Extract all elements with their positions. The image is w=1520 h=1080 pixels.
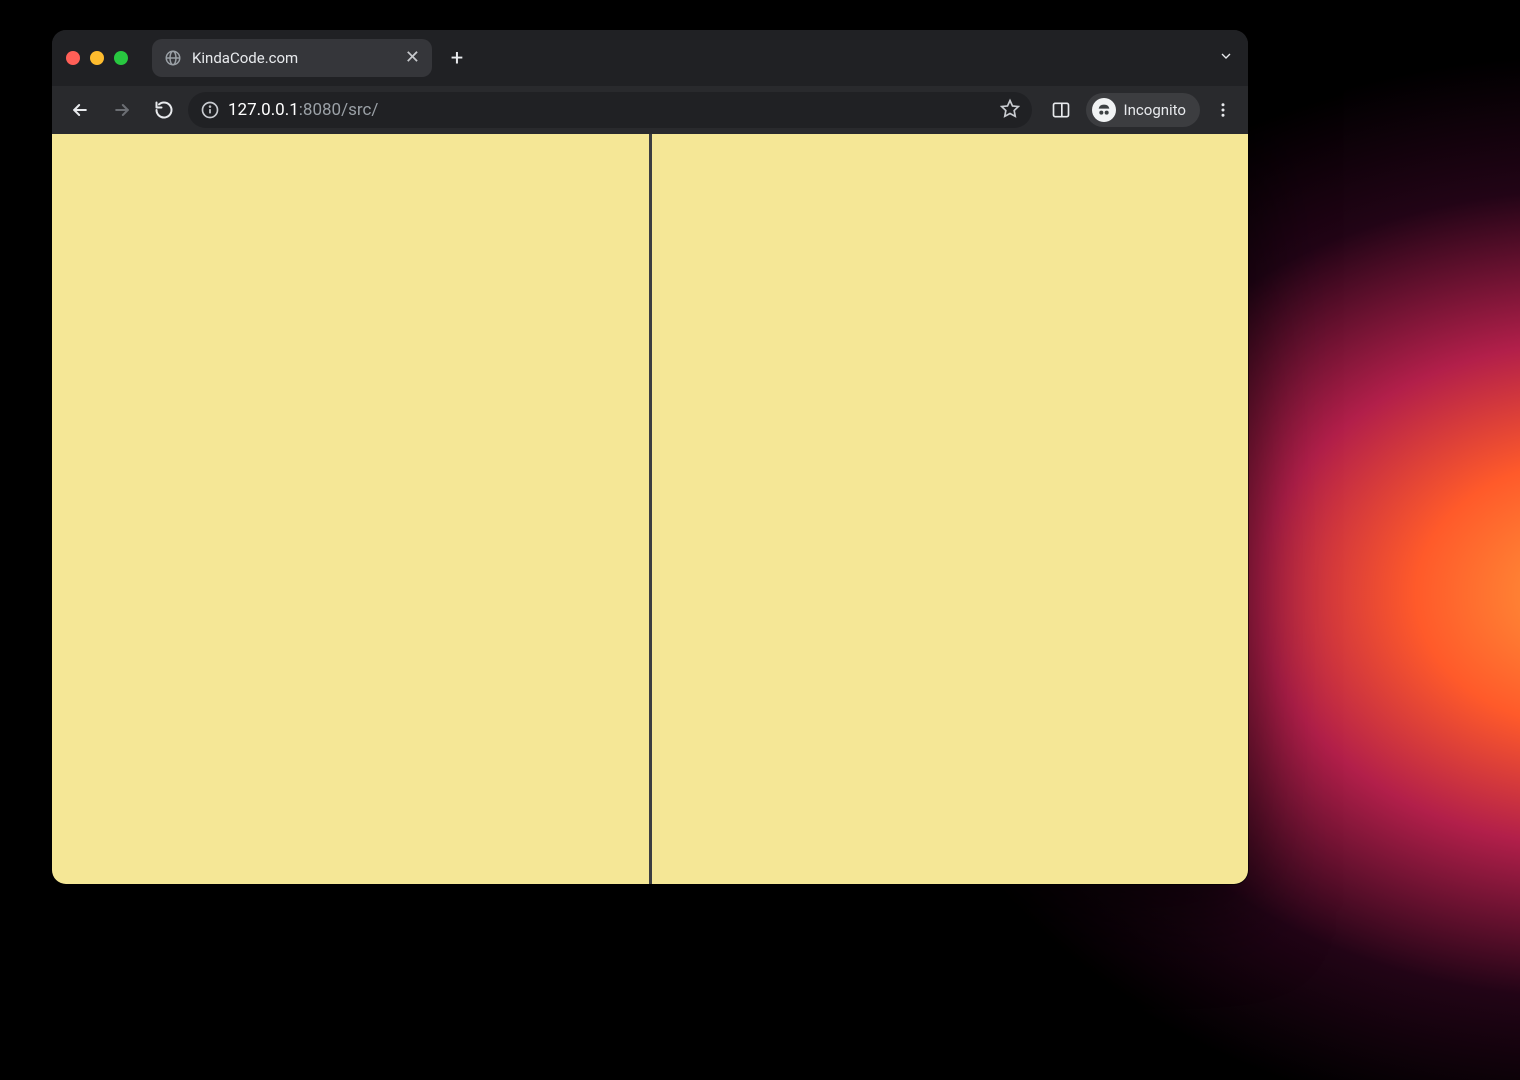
incognito-icon (1092, 98, 1116, 122)
side-panel-icon (1051, 100, 1071, 120)
bookmark-button[interactable] (1000, 98, 1020, 123)
plus-icon: + (451, 46, 463, 71)
kebab-icon (1214, 101, 1232, 119)
content-left-pane (52, 134, 650, 884)
tab-title: KindaCode.com (192, 49, 395, 67)
window-minimize-button[interactable] (90, 51, 104, 65)
window-close-button[interactable] (66, 51, 80, 65)
toolbar: 127.0.0.1:8080/src/ Incognito (52, 86, 1248, 134)
page-viewport (52, 134, 1248, 884)
url-text: 127.0.0.1:8080/src/ (228, 100, 992, 120)
browser-window: KindaCode.com ✕ + 127.0.0.1:8080/ (52, 30, 1248, 884)
address-bar[interactable]: 127.0.0.1:8080/src/ (188, 92, 1032, 128)
url-host: 127.0.0.1 (228, 100, 299, 120)
incognito-indicator[interactable]: Incognito (1086, 93, 1200, 127)
tab-search-button[interactable] (1218, 48, 1234, 68)
new-tab-button[interactable]: + (442, 43, 472, 73)
site-info-icon[interactable] (200, 100, 220, 120)
content-right-pane (650, 134, 1248, 884)
side-panel-button[interactable] (1044, 93, 1078, 127)
globe-icon (164, 49, 182, 67)
url-path: :8080/src/ (299, 100, 379, 120)
browser-tab[interactable]: KindaCode.com ✕ (152, 39, 432, 77)
reload-button[interactable] (146, 92, 182, 128)
forward-button[interactable] (104, 92, 140, 128)
close-tab-icon[interactable]: ✕ (405, 49, 420, 67)
toolbar-right: Incognito (1038, 93, 1238, 127)
content-vertical-divider (649, 134, 652, 884)
chrome-menu-button[interactable] (1208, 93, 1238, 127)
window-zoom-button[interactable] (114, 51, 128, 65)
tab-strip: KindaCode.com ✕ + (52, 30, 1248, 86)
back-button[interactable] (62, 92, 98, 128)
incognito-label: Incognito (1124, 101, 1186, 119)
window-controls (66, 51, 128, 65)
